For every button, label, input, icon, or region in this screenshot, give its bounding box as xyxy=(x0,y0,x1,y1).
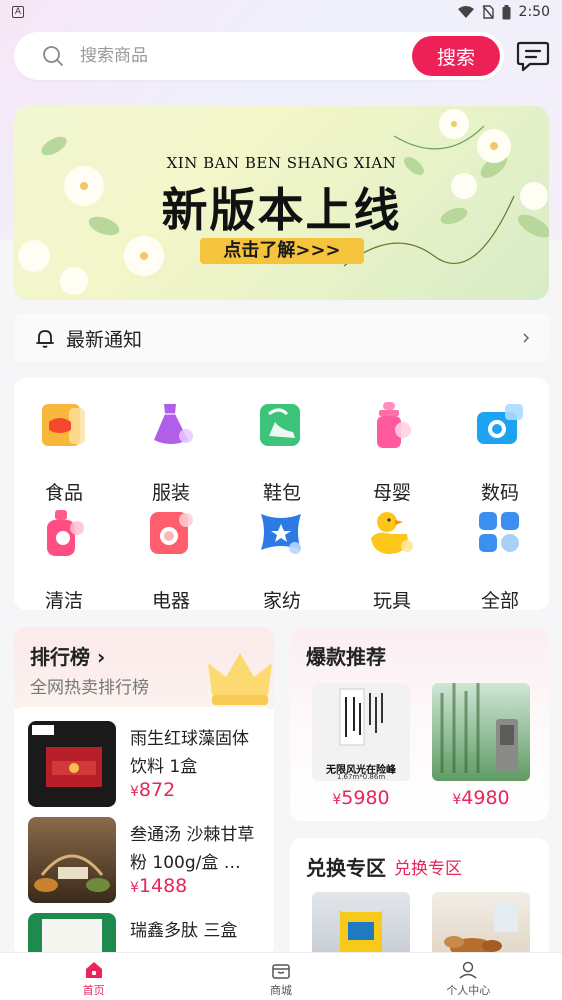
ranking-header[interactable]: 排行榜 › 全网热卖排行榜 xyxy=(14,627,274,709)
dress-icon xyxy=(154,404,193,444)
promo-banner[interactable]: XIN BAN BEN SHANG XIAN 新版本上线 点击了解>>> xyxy=(14,106,549,300)
ranking-item[interactable]: 雨生红球藻固体饮料 1盒 ¥872 xyxy=(28,721,268,809)
food-bag-icon xyxy=(42,404,85,446)
grid-all-icon xyxy=(479,512,519,552)
shoe-bag-icon xyxy=(260,404,300,446)
tab-home[interactable]: 首页 xyxy=(0,953,187,1000)
product-image xyxy=(28,817,116,903)
ranking-subtitle: 全网热卖排行榜 xyxy=(30,678,149,698)
bell-icon xyxy=(36,330,54,348)
washing-machine-icon xyxy=(150,512,193,554)
exchange-tag: 兑换专区 xyxy=(394,859,462,879)
notice-label: 最新通知 xyxy=(66,328,143,351)
cleaning-bottle-icon xyxy=(47,510,84,556)
pillow-icon xyxy=(261,514,301,554)
ranking-panel: 排行榜 › 全网热卖排行榜 雨生红球藻固体饮料 1盒 ¥872 叁通汤 沙棘甘草… xyxy=(14,627,274,957)
category-label: 食品 xyxy=(44,482,83,504)
category-label: 鞋包 xyxy=(262,482,301,504)
product-image xyxy=(28,913,116,957)
ranking-item[interactable]: 瑞鑫多肽 三盒 xyxy=(28,913,268,957)
category-label: 服装 xyxy=(151,482,190,504)
category-food[interactable]: 食品 xyxy=(14,400,114,504)
category-label: 母婴 xyxy=(372,482,411,504)
ranking-list: 雨生红球藻固体饮料 1盒 ¥872 叁通汤 沙棘甘草粉 100g/盒 … ¥14… xyxy=(14,707,274,957)
product-image xyxy=(28,721,116,807)
banner-subtitle: XIN BAN BEN SHANG XIAN xyxy=(166,154,397,172)
category-cleaning[interactable]: 清洁 xyxy=(14,508,114,612)
category-label: 数码 xyxy=(480,482,519,504)
message-icon[interactable] xyxy=(516,40,550,72)
product-price: ¥872 xyxy=(130,779,176,801)
camera-icon xyxy=(477,404,523,444)
tab-shop[interactable]: 商城 xyxy=(187,953,374,1000)
hot-title[interactable]: 爆款推荐 xyxy=(306,641,386,670)
home-icon xyxy=(85,962,102,978)
category-label: 玩具 xyxy=(372,590,411,612)
tab-label: 首页 xyxy=(82,984,105,997)
category-label: 电器 xyxy=(151,590,190,612)
category-appliances[interactable]: 电器 xyxy=(121,508,221,612)
duck-toy-icon xyxy=(371,512,413,554)
category-toys[interactable]: 玩具 xyxy=(342,508,442,612)
category-label: 家纺 xyxy=(262,590,301,612)
category-all[interactable]: 全部 xyxy=(450,508,550,612)
search-input[interactable] xyxy=(80,46,380,66)
category-home-textiles[interactable]: 家纺 xyxy=(232,508,332,612)
baby-bottle-icon xyxy=(377,402,411,448)
product-price: ¥4980 xyxy=(452,787,510,809)
product-image[interactable]: 无限风光在险峰 1.67m*0.86m xyxy=(312,683,410,781)
category-grid: 食品 服装 鞋包 母婴 数码 清洁 电器 家纺 玩具 全部 xyxy=(14,378,550,612)
no-sim-icon xyxy=(482,5,494,19)
product-image[interactable] xyxy=(432,683,530,781)
shop-icon xyxy=(272,964,290,979)
notification-a-icon: A xyxy=(12,6,24,18)
status-time: 2:50 xyxy=(518,4,550,20)
notice-bar[interactable]: 最新通知 xyxy=(14,314,549,362)
product-price: ¥1488 xyxy=(130,875,188,897)
search-icon xyxy=(43,46,63,66)
exchange-title[interactable]: 兑换专区 xyxy=(306,852,386,881)
product-price: ¥5980 xyxy=(332,787,390,809)
crown-icon xyxy=(208,653,272,705)
wifi-icon xyxy=(457,6,474,18)
banner-title: 新版本上线 xyxy=(161,183,402,237)
user-icon xyxy=(459,961,477,979)
category-label: 清洁 xyxy=(44,590,83,612)
category-label: 全部 xyxy=(480,590,519,612)
chevron-right-icon xyxy=(523,333,530,343)
product-size: 1.67m*0.86m xyxy=(336,773,386,781)
product-name: 瑞鑫多肽 三盒 xyxy=(130,921,238,941)
tab-label: 个人中心 xyxy=(446,984,491,997)
banner-cta-button[interactable]: 点击了解>>> xyxy=(200,238,364,264)
product-name: 雨生红球藻固体饮料 1盒 xyxy=(130,729,249,777)
category-shoes-bags[interactable]: 鞋包 xyxy=(232,400,332,504)
category-clothing[interactable]: 服装 xyxy=(121,400,221,504)
category-digital[interactable]: 数码 xyxy=(450,400,550,504)
tab-profile[interactable]: 个人中心 xyxy=(375,953,562,1000)
status-bar: A 2:50 xyxy=(0,0,562,24)
ranking-item[interactable]: 叁通汤 沙棘甘草粉 100g/盒 … ¥1488 xyxy=(28,817,268,905)
tab-label: 商城 xyxy=(269,984,292,997)
category-baby[interactable]: 母婴 xyxy=(342,400,442,504)
product-name: 叁通汤 沙棘甘草粉 100g/盒 … xyxy=(130,825,255,873)
bottom-tab-bar: 首页 商城 个人中心 xyxy=(0,952,562,1000)
search-bar[interactable]: 搜索 xyxy=(14,32,504,80)
battery-icon xyxy=(502,4,511,19)
hot-recommend-panel: 爆款推荐 无限风光在险峰 1.67m*0.86m ¥5980 ¥4980 xyxy=(290,627,549,821)
ranking-title: 排行榜 › xyxy=(30,645,106,669)
search-button[interactable]: 搜索 xyxy=(412,36,500,76)
